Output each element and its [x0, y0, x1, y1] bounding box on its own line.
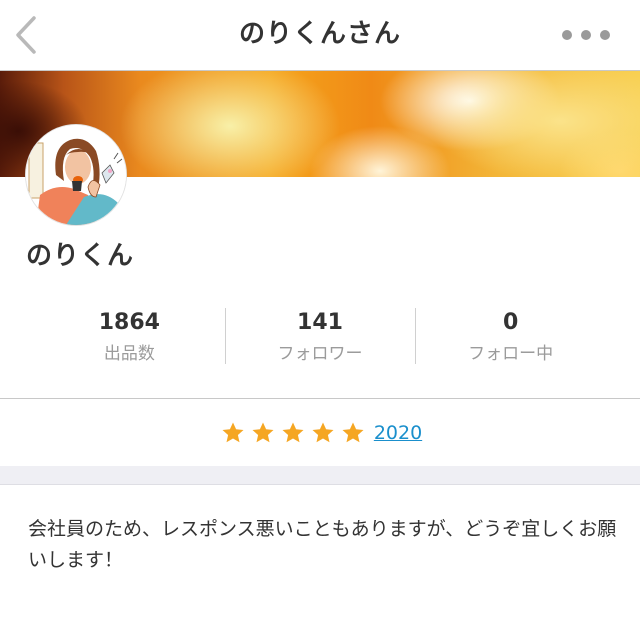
star-icon	[222, 422, 244, 443]
following-count-label: フォロー中	[468, 344, 554, 364]
follower-count-stat[interactable]: 141 フォロワー	[224, 302, 416, 372]
following-count-stat[interactable]: 0 フォロー中	[415, 302, 606, 372]
more-dot	[600, 30, 610, 40]
star-icon	[282, 422, 304, 443]
profile-bio: 会社員のため、レスポンス悪いこともありますが、どうぞ宜しくお願いします！	[28, 518, 617, 571]
profile-stats: 1864 出品数 141 フォロワー 0 フォロー中	[34, 302, 606, 372]
listing-count-label: 出品数	[103, 344, 155, 364]
follower-count: 141	[297, 310, 343, 335]
following-count: 0	[503, 310, 519, 335]
listing-count-stat[interactable]: 1864 出品数	[34, 302, 225, 372]
more-horizontal-icon	[562, 30, 572, 40]
star-icon	[252, 422, 274, 443]
rating-count-link[interactable]: 2020	[374, 422, 422, 444]
listing-count: 1864	[98, 310, 160, 335]
star-icon	[312, 422, 334, 443]
star-icon	[342, 422, 364, 443]
divider	[0, 398, 640, 399]
more-dot	[581, 30, 591, 40]
rating-row[interactable]: 2020	[0, 400, 640, 466]
follower-count-label: フォロワー	[277, 344, 363, 364]
username: のりくん	[26, 241, 135, 271]
avatar[interactable]	[26, 125, 126, 225]
section-separator	[0, 466, 640, 485]
more-options-button[interactable]	[562, 28, 610, 42]
page-title: のりくんさん	[238, 19, 401, 49]
rating-stars	[218, 421, 368, 445]
illustrated-avatar-icon	[26, 125, 126, 225]
navigation-bar: のりくんさん	[0, 0, 640, 71]
